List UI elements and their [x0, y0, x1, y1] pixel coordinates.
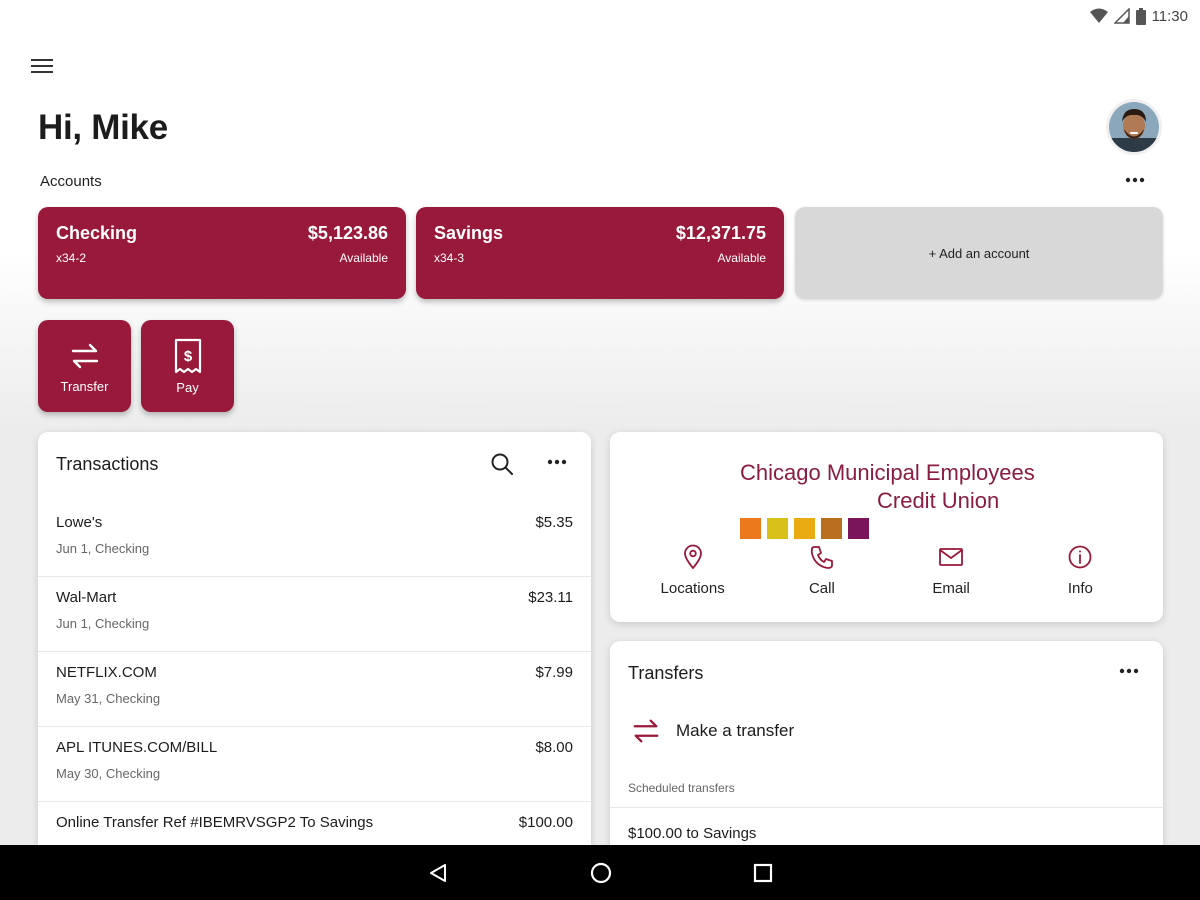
transfer-button[interactable]: Transfer: [38, 320, 131, 412]
account-card-checking[interactable]: Checking $5,123.86 x34-2 Available: [38, 207, 406, 299]
institution-logo: Chicago Municipal Employees Credit Union: [740, 460, 1040, 539]
contact-label: Info: [1067, 580, 1093, 597]
system-navigation-bar: [0, 845, 1200, 900]
avatar[interactable]: [1106, 99, 1162, 155]
svg-text:$: $: [183, 348, 192, 365]
accounts-section-label: Accounts: [40, 173, 102, 190]
phone-icon: [810, 546, 833, 569]
account-number: x34-3: [434, 251, 465, 265]
user-photo-icon: [1109, 102, 1159, 152]
accounts-more-button[interactable]: [1122, 170, 1148, 190]
transaction-detail: Jun 1, Checking: [56, 616, 150, 631]
quick-action-label: Pay: [176, 379, 199, 395]
transaction-detail: Jun 1, Checking: [56, 541, 150, 556]
scheduled-transfers-label: Scheduled transfers: [628, 781, 735, 795]
scheduled-transfer-item[interactable]: $100.00 to Savings: [628, 825, 756, 842]
email-icon: [939, 548, 964, 566]
transaction-row[interactable]: Wal-Mart $23.11 Jun 1, Checking: [38, 577, 591, 652]
pay-button[interactable]: $ Pay: [141, 320, 234, 412]
transfer-icon: [71, 343, 98, 368]
contact-label: Locations: [660, 580, 725, 597]
institution-card: Chicago Municipal Employees Credit Union…: [610, 432, 1163, 622]
transfer-icon: [633, 719, 659, 743]
status-bar: 11:30: [0, 0, 1200, 32]
transactions-title: Transactions: [56, 454, 159, 474]
transaction-merchant: APL ITUNES.COM/BILL: [56, 739, 218, 756]
menu-button[interactable]: [30, 54, 56, 78]
add-account-button[interactable]: + Add an account: [795, 207, 1163, 299]
transaction-merchant: Lowe's: [56, 514, 103, 531]
call-button[interactable]: Call: [757, 544, 886, 597]
bill-icon: $: [174, 338, 201, 373]
transaction-merchant: Online Transfer Ref #IBEMRVSGP2 To Savin…: [56, 814, 374, 831]
cell-signal-icon: [1113, 8, 1130, 24]
transactions-card: Transactions Lowe's $5.35 Jun 1, Checking…: [38, 432, 591, 900]
location-pin-icon: [683, 544, 702, 570]
more-horizontal-icon: [1125, 177, 1145, 183]
home-icon[interactable]: [589, 861, 613, 885]
balance-label: Available: [339, 251, 388, 265]
more-horizontal-icon: [1119, 668, 1139, 674]
transfers-more-button[interactable]: [1116, 661, 1142, 681]
transaction-amount: $7.99: [535, 664, 573, 681]
battery-icon: [1135, 7, 1146, 25]
info-icon: [1068, 545, 1092, 569]
transactions-more-button[interactable]: [544, 452, 570, 472]
locations-button[interactable]: Locations: [628, 544, 757, 597]
info-button[interactable]: Info: [1016, 544, 1145, 597]
more-horizontal-icon: [547, 459, 567, 465]
transaction-merchant: Wal-Mart: [56, 589, 117, 606]
logo-name-line1: Chicago Municipal Employees: [740, 460, 1035, 485]
contact-label: Call: [808, 580, 835, 597]
back-icon[interactable]: [427, 862, 449, 884]
logo-square: [794, 518, 815, 539]
contact-label: Email: [932, 580, 970, 597]
logo-square: [821, 518, 842, 539]
greeting-title: Hi, Mike: [38, 108, 168, 147]
balance-label: Available: [717, 251, 766, 265]
transaction-amount: $5.35: [535, 514, 573, 531]
transaction-detail: May 31, Checking: [56, 691, 161, 706]
transaction-amount: $23.11: [528, 589, 573, 606]
account-name: Checking: [56, 223, 138, 243]
account-card-savings[interactable]: Savings $12,371.75 x34-3 Available: [416, 207, 784, 299]
account-name: Savings: [434, 223, 504, 243]
logo-name-line2: Credit Union: [877, 488, 1000, 513]
logo-square: [740, 518, 761, 539]
recents-icon[interactable]: [753, 863, 773, 883]
logo-square: [767, 518, 788, 539]
email-button[interactable]: Email: [887, 544, 1016, 597]
transaction-detail: May 30, Checking: [56, 766, 161, 781]
transaction-amount: $100.00: [518, 814, 573, 831]
transaction-row[interactable]: Lowe's $5.35 Jun 1, Checking: [38, 502, 591, 577]
transaction-amount: $8.00: [535, 739, 573, 756]
transactions-search-button[interactable]: [488, 450, 516, 478]
transactions-list: Lowe's $5.35 Jun 1, Checking Wal-Mart $23.…: [38, 502, 591, 877]
wifi-icon: [1089, 8, 1108, 23]
account-balance: $12,371.75: [675, 223, 766, 243]
quick-action-label: Transfer: [60, 378, 109, 394]
status-time: 11:30: [1151, 7, 1188, 25]
account-number: x34-2: [56, 251, 87, 265]
transaction-row[interactable]: APL ITUNES.COM/BILL $8.00 May 30, Checkin…: [38, 727, 591, 802]
make-transfer-label: Make a transfer: [676, 721, 795, 740]
transfers-title: Transfers: [628, 663, 704, 683]
hamburger-menu-icon: [31, 59, 53, 73]
make-transfer-button[interactable]: Make a transfer: [630, 715, 794, 747]
contact-options: Locations Call Email Info: [628, 544, 1145, 597]
search-icon: [491, 453, 513, 475]
transaction-merchant: NETFLIX.COM: [56, 664, 157, 681]
transaction-row[interactable]: NETFLIX.COM $7.99 May 31, Checking: [38, 652, 591, 727]
divider: [610, 807, 1163, 808]
logo-square: [848, 518, 869, 539]
account-balance: $5,123.86: [307, 223, 388, 243]
